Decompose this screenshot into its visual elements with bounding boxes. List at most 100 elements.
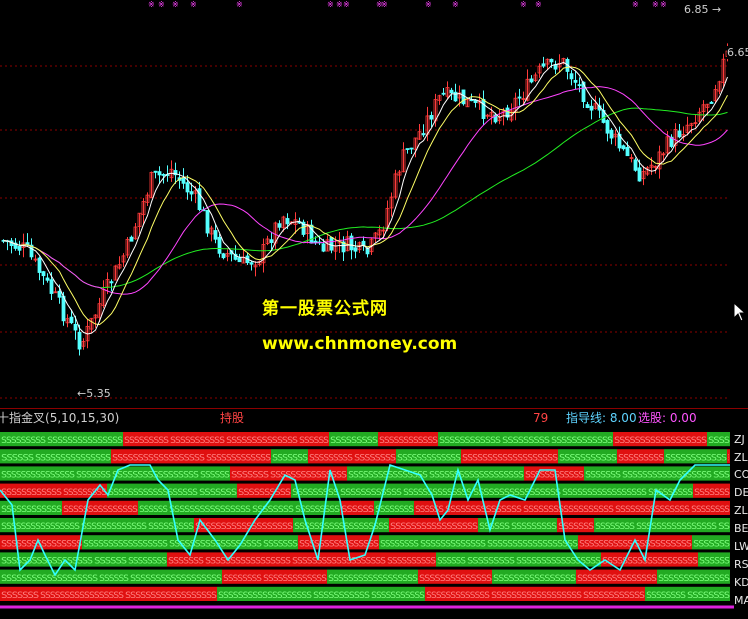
indicator-title[interactable]: 十指金叉(5,10,15,30) (0, 412, 119, 424)
indicator-band-pattern: SSS (713, 471, 730, 481)
signal-marker: ※ (425, 0, 432, 9)
indicator-band-pattern: S (728, 453, 729, 463)
high-price-value: 6.85 (684, 3, 709, 16)
candle-body (405, 148, 410, 150)
row-label: KD (734, 576, 748, 589)
candle-body (321, 243, 326, 252)
signal-marker: ※ (148, 0, 155, 9)
candle-body (637, 167, 642, 182)
indicator-band-pattern: SSSSSSSSSSSSSSS (1, 471, 75, 481)
candle-body (549, 58, 554, 63)
candle-body (605, 120, 610, 134)
indicator-band-pattern: SSSSSSSSS (330, 436, 378, 446)
indicator-band-pattern: SSSSSSSSSSSSSSSSS (205, 557, 291, 567)
indicator-band-pattern: SSSSSS (1, 453, 34, 463)
indicator-band-pattern: SSSSSSSSSS (238, 488, 291, 498)
holding-label: 持股 (220, 411, 245, 425)
row-label: DE (734, 486, 748, 499)
indicator-band-pattern: SSSSSSSSSSSSSSSSS (473, 488, 561, 498)
candle-body (213, 230, 218, 240)
candle-body (449, 89, 454, 94)
indicator-band-pattern: SSSSSSSS (223, 574, 262, 584)
indicator-band-pattern: SSSSSS (415, 505, 444, 515)
indicator-bands: SSSSSSSSS SSSSSSSSSSSSSSS SSSSSSSSS SSSSSSS… (0, 432, 734, 609)
low-price-value: 5.35 (86, 387, 111, 400)
indicator-band-pattern: SSSSSSSSSSSSSSSSSSS (218, 591, 312, 601)
low-price-marker: ←5.35 (77, 387, 111, 400)
signal-marker: ※ (158, 0, 165, 9)
indicator-band-pattern: SSSSSSSSSSSSSSSSSSS (292, 557, 386, 567)
indicator-band-pattern: SSSSSSSSSSSS (379, 436, 438, 446)
indicator-band-pattern: SSSSSSSSSSSSSSSSSS (523, 505, 614, 515)
indicator-band-pattern: SSSSSSSSSSSSS (397, 453, 461, 463)
candle-body (217, 236, 222, 254)
indicator-band-pattern: SSSSSSSSSSSSSSSSSSS (195, 522, 293, 532)
indicator-band-pattern: SSSSSSSSSSSSSSSSSS (108, 488, 198, 498)
candle-body (221, 253, 226, 259)
candle-body (269, 239, 274, 243)
candle-body (461, 89, 466, 105)
indicator-band-pattern: SSSSSSSSSSSSSSSSSSS (429, 471, 524, 481)
indicator-band-pattern: SSSSSSS (231, 471, 269, 481)
indicator-band-pattern: SSSSSSSSSSSSSSS (270, 471, 347, 481)
candle-body (189, 191, 194, 195)
indicator-band-pattern: SSSSSSSSSSSS (1, 488, 62, 498)
signal-marker: ※ (535, 0, 542, 9)
guide-line-label: 指导线: 8.00 (566, 411, 637, 425)
signal-marker: ※ (452, 0, 459, 9)
candle-body (633, 159, 638, 171)
mouse-cursor-icon (733, 302, 747, 322)
indicator-band-pattern: SSSSSSSSSSSSSSSSSS (622, 471, 712, 481)
candle-body (73, 323, 78, 331)
signal-marker: ※ (632, 0, 639, 9)
candle-body (249, 262, 254, 265)
indicator-band-pattern: SSSSSSSSSSSSSSSSS (83, 539, 168, 549)
signal-marker: ※ (343, 0, 350, 9)
candle-body (37, 257, 42, 273)
candle-body (589, 105, 594, 111)
candle-body (541, 63, 546, 67)
indicator-band-pattern: SSSSSS (99, 574, 129, 584)
candle-body (285, 218, 290, 225)
candle-body (709, 101, 714, 104)
candle-body (441, 92, 446, 95)
indicator-band-pattern: SSSSSS (94, 557, 127, 567)
indicator-band-pattern: SSSSSSSSSSSSSSSSSSS (1, 574, 98, 584)
candle-body (57, 290, 62, 298)
indicator-band-pattern: SSSSSSSSSSSS (665, 453, 727, 463)
candle-body (421, 133, 426, 136)
watermark-url: www.chnmoney.com (262, 334, 458, 354)
candle-body (329, 236, 334, 251)
candle-body (585, 104, 590, 108)
indicator-band-pattern: SSSSSSS (199, 488, 237, 498)
indicator-band-pattern: SSSSSSSSSSSSS (426, 591, 490, 601)
indicator-band-pattern: SSSSSSSSSSSSS (81, 522, 147, 532)
indicator-band-pattern: SSSSSSSSS (148, 522, 194, 532)
indicator-band-pattern: SSSSSSSS (687, 591, 730, 601)
signal-marker: ※ (520, 0, 527, 9)
indicator-band-pattern: SSSSSSSSSSSS (551, 436, 613, 446)
candle-body (153, 170, 158, 173)
indicator-band-pattern: SSSSSSS (1, 591, 39, 601)
indicator-band-pattern: SSSSSSSSS (63, 488, 107, 498)
indicator-band-pattern: SSSSSSSSS (309, 453, 353, 463)
candle-body (677, 130, 682, 138)
row-label: ZJ (734, 433, 745, 446)
indicator-band-pattern: SSSSSSSS (380, 539, 419, 549)
indicator-band-pattern: SSSSSSSSSSS (579, 539, 633, 549)
candle-body (237, 257, 242, 263)
candle-body (17, 245, 22, 251)
candle-body (529, 78, 534, 83)
indicator-band-pattern: SSSS (708, 436, 730, 446)
indicator-band-pattern: SSSSSSSSS (511, 522, 557, 532)
indicator-band-pattern: SSSSSSSSSSS (634, 539, 692, 549)
indicator-band-pattern: SSSSSSSSS (1, 436, 46, 446)
indicator-band-pattern: SSSSSSSS (354, 453, 396, 463)
candle-body (609, 129, 614, 139)
candle-body (621, 145, 626, 150)
indicator-band-pattern: SSSSSSSSSSS (559, 453, 617, 463)
indicator-band-pattern: SSSSSSSSSSSSSSSSSS (130, 574, 222, 584)
indicator-band-pattern: SSSSSSSSSSSS (340, 488, 402, 498)
indicator-band-pattern: SSSSSSS (693, 539, 730, 549)
indicator-band-pattern: SSSSSSSSSSS (170, 436, 225, 446)
